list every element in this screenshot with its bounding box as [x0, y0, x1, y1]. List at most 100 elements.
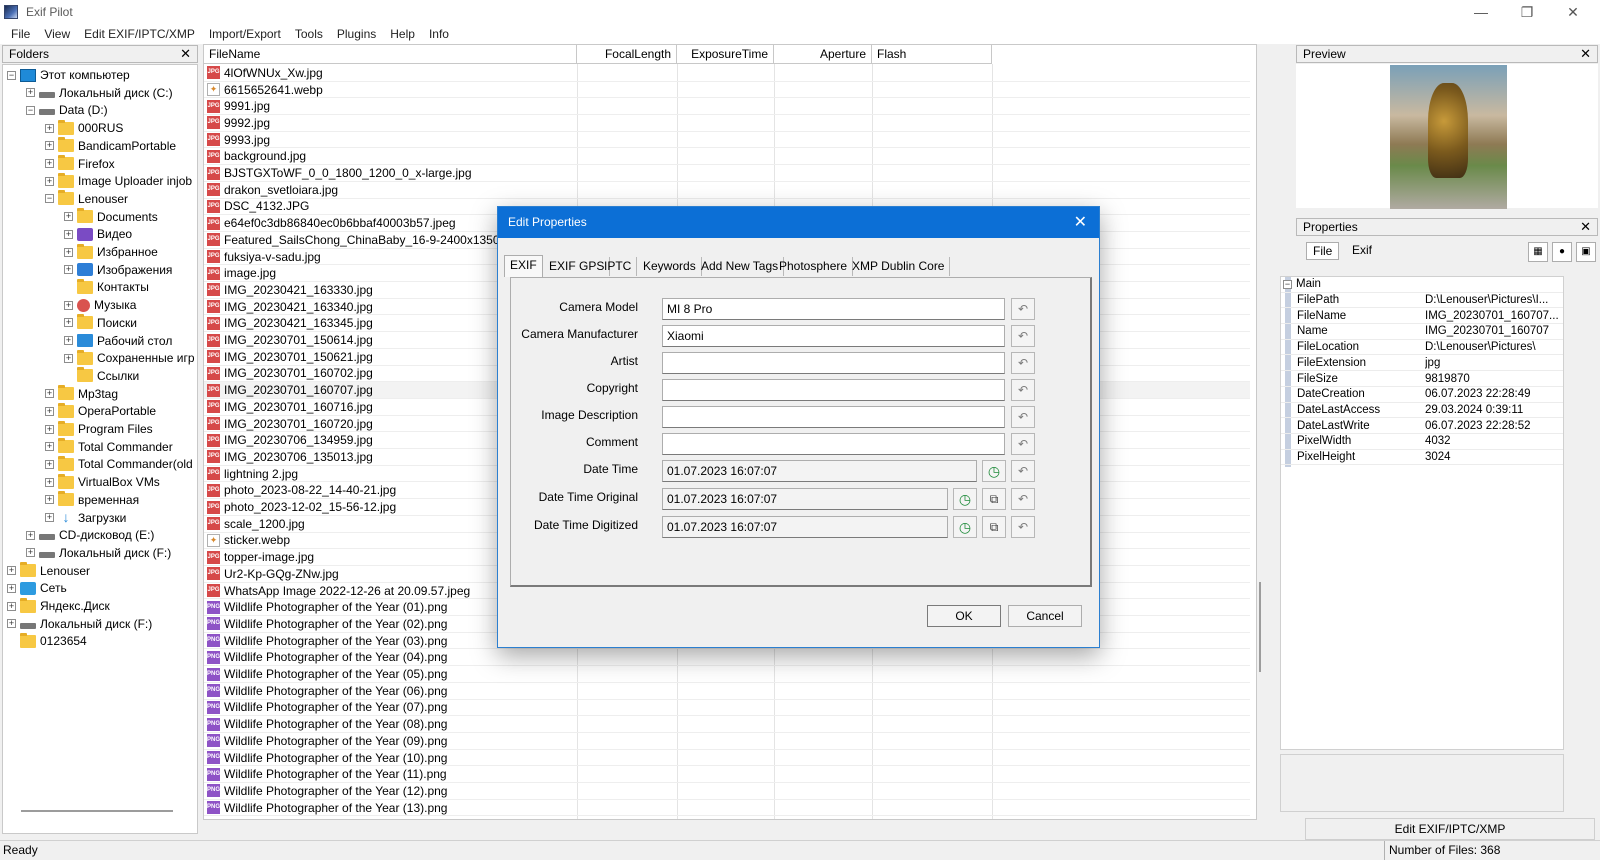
expand-icon[interactable]: + — [64, 318, 73, 328]
property-row[interactable]: Name IMG_20230701_160707 — [1281, 324, 1563, 340]
tree-item[interactable]: + Избранное — [64, 243, 158, 261]
collapse-icon[interactable]: − — [45, 194, 54, 204]
column-header-aperture[interactable]: Aperture — [774, 45, 872, 64]
expand-icon[interactable]: + — [7, 583, 16, 593]
tree-item[interactable]: 0123654 — [7, 632, 87, 650]
file-row[interactable]: JPG 4lOfWNUx_Xw.jpg — [204, 65, 1250, 82]
expand-icon[interactable]: + — [64, 300, 73, 310]
copy-date-icon[interactable]: ⧉ — [982, 516, 1006, 538]
expand-icon[interactable]: + — [45, 513, 54, 522]
folders-close-button[interactable]: ✕ — [180, 46, 191, 62]
expand-icon[interactable]: + — [45, 159, 54, 168]
property-row[interactable]: FileLocation D:\Lenouser\Pictures\ — [1281, 340, 1563, 356]
menu-tools[interactable]: Tools — [288, 27, 330, 41]
tree-item[interactable]: + Firefox — [45, 155, 115, 173]
tree-item[interactable]: − Data (D:) — [26, 101, 108, 119]
menu-help[interactable]: Help — [383, 27, 422, 41]
expand-icon[interactable]: + — [26, 530, 35, 540]
expand-icon[interactable]: + — [64, 212, 73, 222]
file-row[interactable]: JPG background.jpg — [204, 149, 1250, 166]
file-row[interactable]: PNG Wildlife Photographer of the Year (06… — [204, 683, 1250, 700]
properties-group-row[interactable]: − Main — [1281, 277, 1563, 293]
property-row[interactable]: FileExtension jpg — [1281, 356, 1563, 372]
file-row[interactable]: PNG Wildlife Photographer of the Year (11… — [204, 766, 1250, 784]
tree-item[interactable]: + Program Files — [45, 420, 153, 438]
menu-plugins[interactable]: Plugins — [330, 27, 383, 41]
file-row[interactable]: JPG drakon_svetloiara.jpg — [204, 182, 1250, 199]
undo-icon[interactable]: ↶ — [1011, 352, 1035, 374]
expand-icon[interactable]: + — [45, 123, 54, 133]
copyright-input[interactable] — [662, 379, 1005, 401]
file-row[interactable]: PNG Wildlife Photographer of the Year (10… — [204, 750, 1250, 767]
tree-item[interactable]: + Total Commander — [45, 438, 173, 456]
file-row[interactable]: JPG BJSTGXToWF_0_0_1800_1200_0_x-large.jp… — [204, 165, 1250, 182]
tab-iptc[interactable]: IPTC — [599, 257, 638, 276]
tree-item[interactable]: − Lenouser — [45, 190, 128, 208]
expand-icon[interactable]: + — [64, 247, 73, 257]
copy-date-icon[interactable]: ⧉ — [982, 488, 1006, 510]
camera-manufacturer-input[interactable]: Xiaomi — [662, 325, 1005, 347]
file-row[interactable]: PNG Wildlife Photographer of the Year (05… — [204, 666, 1250, 683]
circle-icon[interactable]: ● — [1552, 242, 1572, 262]
export-icon[interactable]: ▣ — [1576, 242, 1596, 262]
column-header-focallength[interactable]: FocalLength — [577, 45, 677, 64]
tab-keywords[interactable]: Keywords — [638, 257, 702, 276]
minimize-button[interactable]: — — [1458, 0, 1504, 24]
properties-grid[interactable]: − Main FilePath D:\Lenouser\Pictures\I...… — [1280, 276, 1564, 750]
tree-item[interactable]: + временная — [45, 491, 139, 509]
group-collapse-icon[interactable]: − — [1283, 279, 1292, 289]
tree-item[interactable]: + Поиски — [64, 314, 137, 332]
property-row[interactable]: FilePath D:\Lenouser\Pictures\I... — [1281, 293, 1563, 309]
tree-item[interactable]: + Яндекс.Диск — [7, 597, 110, 615]
undo-icon[interactable]: ↶ — [1011, 406, 1035, 428]
image-description-input[interactable] — [662, 406, 1005, 428]
tree-item[interactable]: + VirtualBox VMs — [45, 473, 160, 491]
property-row[interactable]: DateLastWrite 06.07.2023 22:28:52 — [1281, 418, 1563, 434]
artist-input[interactable] — [662, 352, 1005, 374]
edit-exif-button[interactable]: Edit EXIF/IPTC/XMP — [1305, 818, 1595, 840]
set-time-clock-icon[interactable]: ◷ — [953, 516, 977, 538]
file-row[interactable]: PNG Wildlife Photographer of the Year (13… — [204, 800, 1250, 817]
tree-item[interactable]: Ссылки — [64, 367, 139, 385]
tree-item[interactable]: + Documents — [64, 208, 158, 226]
expand-icon[interactable]: + — [45, 477, 54, 487]
undo-icon[interactable]: ↶ — [1011, 460, 1035, 482]
file-row[interactable]: JPG 9993.jpg — [204, 132, 1250, 149]
folders-horizontal-scrollbar[interactable] — [21, 810, 173, 812]
maximize-button[interactable]: ❐ — [1504, 0, 1550, 24]
file-row[interactable]: PNG Wildlife Photographer of the Year (12… — [204, 783, 1250, 800]
undo-icon[interactable]: ↶ — [1011, 516, 1035, 538]
date-time-input[interactable]: 01.07.2023 16:07:07 — [662, 460, 977, 482]
expand-icon[interactable]: + — [7, 601, 16, 611]
property-row[interactable]: PixelWidth 4032 — [1281, 434, 1563, 450]
properties-close-button[interactable]: ✕ — [1580, 219, 1591, 235]
file-row[interactable]: PNG Wildlife Photographer of the Year (07… — [204, 700, 1250, 717]
file-row[interactable]: JPG 9992.jpg — [204, 115, 1250, 132]
dialog-close-button[interactable]: ✕ — [1074, 207, 1087, 238]
undo-icon[interactable]: ↶ — [1011, 433, 1035, 455]
expand-icon[interactable]: + — [45, 406, 54, 416]
tree-item[interactable]: + Музыка — [64, 296, 136, 314]
property-row[interactable]: DateLastAccess 29.03.2024 0:39:11 — [1281, 403, 1563, 419]
tab-xmp-dublin-core[interactable]: XMP Dublin Core — [847, 257, 951, 276]
undo-icon[interactable]: ↶ — [1011, 298, 1035, 320]
tree-item[interactable]: + Рабочий стол — [64, 332, 172, 350]
tree-item[interactable]: + OperaPortable — [45, 402, 156, 420]
menu-file[interactable]: File — [4, 27, 37, 41]
date-time-original-input[interactable]: 01.07.2023 16:07:07 — [662, 488, 948, 510]
undo-icon[interactable]: ↶ — [1011, 379, 1035, 401]
menu-info[interactable]: Info — [422, 27, 456, 41]
property-row[interactable]: PixelHeight 3024 — [1281, 450, 1563, 466]
expand-icon[interactable]: + — [45, 495, 54, 505]
expand-icon[interactable]: + — [45, 389, 54, 399]
tree-item[interactable]: + Mp3tag — [45, 385, 118, 403]
tree-item[interactable]: + Локальный диск (F:) — [7, 615, 152, 633]
tab-photosphere[interactable]: Photosphere — [774, 257, 854, 276]
tree-item[interactable]: + Изображения — [64, 261, 172, 279]
tree-item[interactable]: + Видео — [64, 225, 132, 243]
expand-icon[interactable]: + — [45, 442, 54, 452]
tree-item[interactable]: Контакты — [64, 278, 149, 296]
expand-icon[interactable]: + — [64, 229, 73, 239]
file-row[interactable]: PNG Wildlife Photographer of the Year (08… — [204, 716, 1250, 733]
folder-tree[interactable]: − Этот компьютер + Локальный диск (C:) − Data… — [2, 64, 198, 834]
